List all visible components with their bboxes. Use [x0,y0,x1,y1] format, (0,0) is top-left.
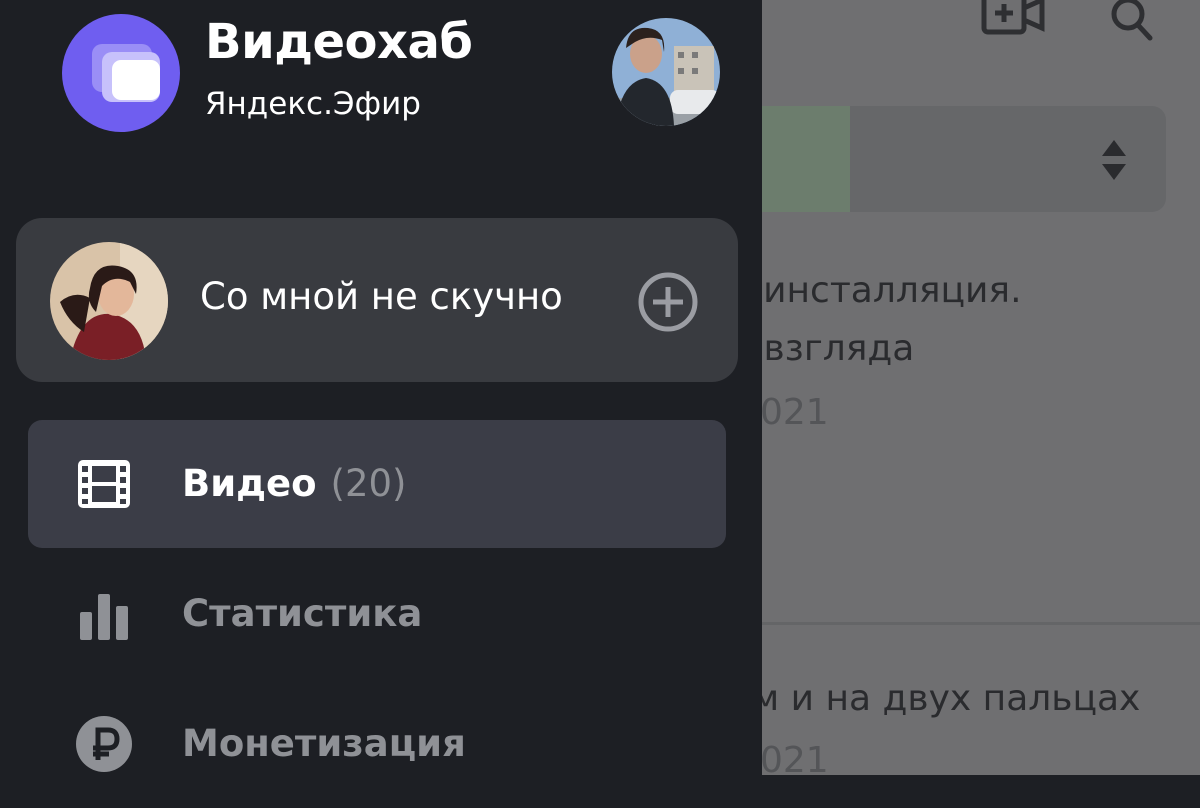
video-count: (20) [330,462,407,505]
navigation-drawer: Видеохаб Яндекс.Эфир Со мной не скучно В… [0,0,762,775]
nav-item-label: Видео (20) [182,462,406,505]
nav-item-monetization[interactable]: Монетизация [28,680,726,808]
channel-avatar [50,242,168,360]
app-logo-icon [62,14,180,132]
channel-card[interactable]: Со мной не скучно [16,218,738,382]
sort-arrows-icon [1102,140,1126,180]
nav-item-text: Видео [182,462,317,505]
list-divider [760,622,1200,625]
search-icon[interactable] [1108,0,1156,46]
add-video-icon[interactable] [980,0,1046,40]
app-title: Видеохаб [205,14,473,70]
user-avatar[interactable] [612,18,720,126]
nav-item-statistics[interactable]: Статистика [28,550,726,678]
bar-chart-icon [80,594,128,640]
add-channel-button[interactable] [636,270,700,334]
nav-item-label: Статистика [182,592,423,635]
video-title-line: я инсталляция. [730,270,1022,311]
film-icon [78,460,130,508]
app-subtitle: Яндекс.Эфир [205,86,421,122]
nav-item-video[interactable]: Видео (20) [28,420,726,548]
ruble-icon [76,716,132,772]
video-date: 021 [760,392,829,433]
channel-name: Со мной не скучно [200,275,563,318]
nav-item-label: Монетизация [182,722,466,765]
sort-select[interactable] [700,106,1166,212]
video-title-line: ом и на двух пальцах [730,678,1141,719]
